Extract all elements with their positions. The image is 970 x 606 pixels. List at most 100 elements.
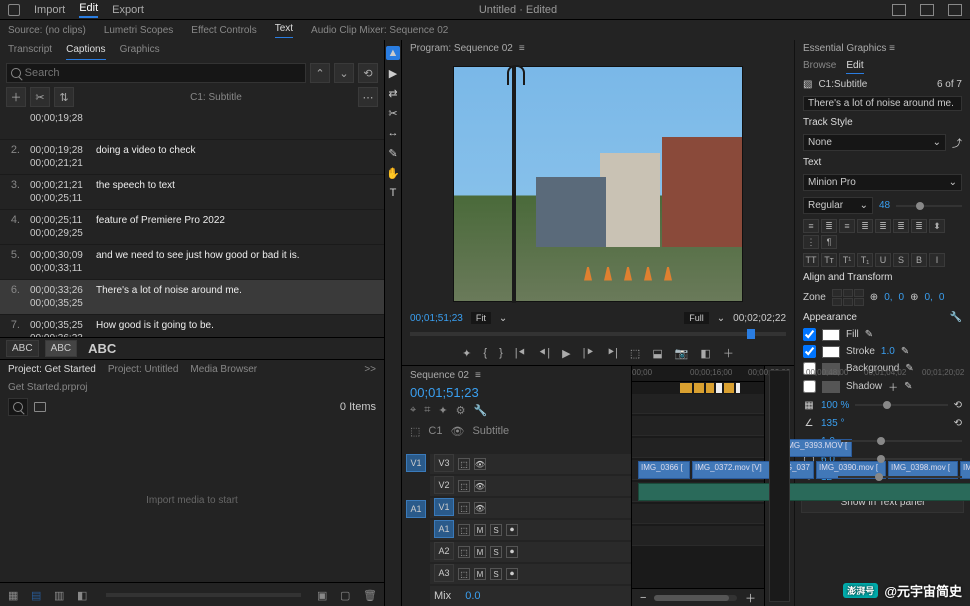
source-v1[interactable]: V1: [406, 454, 426, 472]
lift-icon[interactable]: ⬚: [630, 347, 640, 360]
track-mix-head[interactable]: Mix 0.0: [430, 586, 631, 606]
timeline-timecode[interactable]: 00;01;51;23: [402, 385, 631, 400]
menu-import[interactable]: Import: [34, 4, 65, 16]
underline-icon[interactable]: U: [875, 253, 891, 267]
settings-icon[interactable]: ⚙: [456, 404, 466, 417]
razor-tool-icon[interactable]: ✂: [386, 106, 400, 120]
slip-tool-icon[interactable]: ↔: [386, 126, 400, 140]
go-in-icon[interactable]: |⯇: [515, 347, 527, 360]
eg-size[interactable]: 48: [879, 200, 890, 211]
project-tab-more[interactable]: >>: [364, 364, 376, 380]
play-icon[interactable]: ▶: [562, 347, 570, 360]
mark-in-icon[interactable]: {: [483, 347, 487, 359]
eg-trackstyle-select[interactable]: None⌄: [803, 134, 946, 151]
eg-layer[interactable]: C1:Subtitle: [818, 79, 931, 90]
size-slider[interactable]: [841, 458, 962, 460]
track-a2-head[interactable]: A2⬚MS⏺: [430, 542, 631, 562]
blur-slider[interactable]: [838, 476, 962, 478]
track-v1-head[interactable]: V1⬚👁: [430, 498, 631, 518]
search-input[interactable]: [25, 67, 301, 79]
appearance-settings-icon[interactable]: 🔧: [950, 312, 962, 323]
tab-text[interactable]: Text: [275, 23, 293, 38]
list-view-icon[interactable]: ▦: [8, 589, 21, 600]
shadow-check[interactable]: [803, 380, 816, 393]
track-v3-head[interactable]: V3⬚👁: [430, 454, 631, 474]
caption-band[interactable]: [632, 382, 764, 394]
style-abc-small[interactable]: ABC: [6, 340, 39, 357]
align-right-icon[interactable]: ≡: [839, 219, 855, 233]
program-full[interactable]: Full: [684, 312, 709, 324]
justify3-icon[interactable]: ≣: [893, 219, 909, 233]
track-a1-head[interactable]: A1⬚MS⏺: [430, 520, 631, 540]
captions-tab-transcript[interactable]: Transcript: [8, 44, 52, 60]
style-abc-box[interactable]: ABC: [45, 340, 78, 357]
tab-effect[interactable]: Effect Controls: [191, 25, 256, 36]
sort-icon[interactable]: ◧: [77, 589, 90, 600]
add-marker-icon[interactable]: ✦: [462, 347, 471, 360]
type-tool-icon[interactable]: T: [386, 186, 400, 200]
align-center-icon[interactable]: ≣: [821, 219, 837, 233]
freeform-view-icon[interactable]: ▥: [54, 589, 67, 600]
eg-font-select[interactable]: Minion Pro⌄: [803, 174, 962, 191]
comparison-icon[interactable]: ◧: [700, 347, 710, 360]
track-select-tool-icon[interactable]: ▶: [386, 66, 400, 80]
fill-swatch[interactable]: [822, 329, 840, 341]
caption-row[interactable]: 6.00;00;33;2600;00;35;25There's a lot of…: [0, 280, 384, 315]
program-fit[interactable]: Fit: [471, 312, 491, 324]
project-tab-getstarted[interactable]: Project: Get Started: [8, 364, 96, 380]
clip[interactable]: IMG_0366 [: [638, 461, 690, 479]
eg-weight-select[interactable]: Regular⌄: [803, 197, 873, 214]
tl-zoom-in[interactable]: ＋: [745, 590, 756, 606]
program-timecode[interactable]: 00;01;51;23: [410, 313, 463, 324]
caption-menu[interactable]: ⋯: [358, 87, 378, 107]
project-search[interactable]: [8, 398, 28, 416]
zoom-slider[interactable]: [106, 593, 301, 597]
eg-tab-browse[interactable]: Browse: [803, 60, 836, 74]
fill-check[interactable]: [803, 328, 816, 341]
selection-tool-icon[interactable]: ▲: [386, 46, 400, 60]
timeline-ruler[interactable]: 00;0000;00;16;0000;00;32;0000;00;48;0000…: [632, 366, 764, 382]
mark-out-icon[interactable]: }: [499, 347, 503, 359]
home-icon[interactable]: [8, 4, 20, 16]
merge-caption[interactable]: ⇅: [54, 87, 74, 107]
smallcaps-icon[interactable]: Tт: [821, 253, 837, 267]
caption-row[interactable]: 3.00;00;21;2100;00;25;11the speech to te…: [0, 175, 384, 210]
allcaps-icon[interactable]: TT: [803, 253, 819, 267]
caption-row[interactable]: 5.00;00;30;0900;00;33;11and we need to s…: [0, 245, 384, 280]
justify4-icon[interactable]: ≣: [911, 219, 927, 233]
track-a3-head[interactable]: A3⬚MS⏺: [430, 564, 631, 584]
eg-layer-text[interactable]: [803, 96, 962, 111]
caption-next[interactable]: ⌄: [334, 63, 354, 83]
wrench-icon[interactable]: 🔧: [474, 404, 488, 417]
caption-row[interactable]: 2.00;00;19;2800;00;21;21doing a video to…: [0, 140, 384, 175]
caption-prev[interactable]: ⌃: [310, 63, 330, 83]
eg-size-slider[interactable]: [896, 205, 962, 207]
eg-tab-edit[interactable]: Edit: [846, 60, 863, 74]
strike-icon[interactable]: S: [893, 253, 909, 267]
workspace-icon[interactable]: [892, 4, 906, 16]
dist-slider[interactable]: [841, 440, 962, 442]
audio-clip[interactable]: [638, 483, 970, 501]
project-filter-icon[interactable]: [34, 402, 46, 412]
trash-icon[interactable]: 🗑: [363, 589, 376, 600]
track-v2-head[interactable]: V2⬚👁: [430, 476, 631, 496]
tab-mixer[interactable]: Audio Clip Mixer: Sequence 02: [311, 25, 448, 36]
caption-search[interactable]: [6, 63, 306, 83]
new-item-icon[interactable]: ▢: [340, 589, 353, 600]
project-tab-media[interactable]: Media Browser: [190, 364, 257, 380]
program-monitor[interactable]: [453, 66, 743, 302]
caption-row[interactable]: 4.00;00;25;1100;00;29;25feature of Premi…: [0, 210, 384, 245]
sub-icon[interactable]: T₁: [857, 253, 873, 267]
justify2-icon[interactable]: ≣: [875, 219, 891, 233]
button-editor-icon[interactable]: ＋: [723, 345, 734, 361]
justify-icon[interactable]: ≣: [857, 219, 873, 233]
ripple-tool-icon[interactable]: ⇄: [386, 86, 400, 100]
kern-icon[interactable]: ⬍: [929, 219, 945, 233]
stroke-check[interactable]: [803, 345, 816, 358]
fullscreen-icon[interactable]: [948, 4, 962, 16]
menu-export[interactable]: Export: [112, 4, 144, 16]
shadow-swatch[interactable]: [822, 381, 840, 393]
menu-edit[interactable]: Edit: [79, 2, 98, 18]
tab-source[interactable]: Source: (no clips): [8, 25, 86, 36]
timeline-body[interactable]: IMG_9393.MOV [ IMG_0366 [ IMG_0372.mov […: [632, 394, 764, 588]
